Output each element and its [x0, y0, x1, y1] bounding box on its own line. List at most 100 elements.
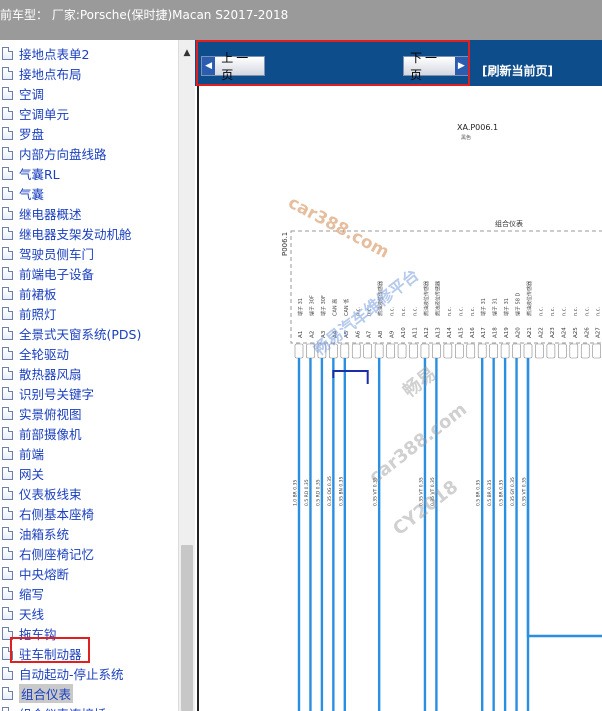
pin-box: [580, 343, 590, 359]
sidebar-tree: 接地点表单2 接地点布局空调 空调单元 罗盘内部方向盘线路 气囊RL 气囊继电器概述继电器…: [0, 40, 178, 711]
sidebar-item-label: 空调: [19, 86, 45, 102]
wire-code-label: 0.35 OG 0.35: [327, 476, 333, 506]
sidebar-item[interactable]: 继电器支架发动机舱: [0, 223, 178, 243]
sidebar-item[interactable]: 组合仪表连接插: [0, 703, 178, 711]
sidebar-item[interactable]: 右侧基本座椅: [0, 503, 178, 523]
pin-box: [512, 343, 521, 359]
sidebar-item[interactable]: 气囊: [0, 183, 178, 203]
pin-label: A26: [584, 327, 590, 338]
sidebar-item[interactable]: 前照灯: [0, 303, 178, 323]
sidebar-item-label: 油箱系统: [19, 526, 70, 542]
sidebar-item[interactable]: 网关: [0, 463, 178, 483]
pin-label: A7: [367, 330, 373, 338]
sidebar-item[interactable]: 油箱系统: [0, 523, 178, 543]
sidebar-item-label: 继电器概述: [19, 206, 82, 222]
sidebar-item-label: 前端: [19, 446, 45, 462]
scroll-thumb[interactable]: [181, 545, 193, 711]
wire-code-label: 0.35 BN 0.35: [338, 477, 344, 506]
sidebar-item[interactable]: 前端电子设备: [0, 263, 178, 283]
pin-function-label: n.c.: [561, 306, 567, 316]
refresh-page-link[interactable]: [刷新当前页]: [482, 62, 553, 79]
pin-label: A11: [413, 327, 419, 338]
sidebar-item-label: 前部摄像机: [19, 426, 82, 442]
sidebar-item-label: 前裙板: [19, 286, 57, 302]
pin-box: [409, 343, 418, 359]
pin-box: [432, 343, 441, 359]
connector-color-label: 黑色: [461, 134, 471, 141]
document-icon: [2, 606, 13, 620]
next-page-button[interactable]: 下一页 ▶: [403, 51, 469, 82]
document-icon: [2, 386, 13, 400]
sidebar-item[interactable]: 全景式天窗系统(PDS): [0, 323, 178, 343]
pin-label: A12: [424, 327, 430, 338]
wire-code-label: 1.0 BR 0.35: [293, 480, 299, 506]
wire-code-label: 0.5 BR 0.35: [487, 480, 493, 506]
sidebar-item-label: 仪表板线束: [19, 486, 82, 502]
sidebar-item-label: 内部方向盘线路: [19, 146, 107, 162]
sidebar-item[interactable]: 拖车钩: [0, 623, 178, 643]
arrow-left-icon: ◀: [202, 57, 216, 75]
scroll-up-arrow-icon[interactable]: ▲: [179, 46, 195, 60]
sidebar-item[interactable]: 仪表板线束: [0, 483, 178, 503]
sidebar-item[interactable]: 气囊RL: [0, 163, 178, 183]
document-icon: [2, 126, 13, 140]
pin-function-label: 端子 31: [492, 298, 499, 316]
document-icon: [2, 206, 13, 220]
document-icon: [2, 86, 13, 100]
arrow-right-icon: ▶: [454, 57, 468, 75]
sidebar-item-label: 前端电子设备: [19, 266, 95, 282]
sidebar-item-label: 继电器支架发动机舱: [19, 226, 132, 242]
sidebar-item[interactable]: 接地点布局: [0, 63, 178, 83]
wire-code-label: 0.5 BR 0.35: [476, 480, 482, 506]
document-icon: [2, 226, 13, 240]
pin-box: [592, 343, 602, 359]
sidebar-item[interactable]: 驻车制动器: [0, 643, 178, 663]
sidebar-item[interactable]: 空调: [0, 83, 178, 103]
sidebar-item[interactable]: 实景俯视图: [0, 403, 178, 423]
sidebar-item-label: 气囊: [19, 186, 45, 202]
sidebar-item[interactable]: 空调单元: [0, 103, 178, 123]
sidebar-item[interactable]: 识别号关键字: [0, 383, 178, 403]
sidebar-item[interactable]: 全轮驱动: [0, 343, 178, 363]
document-icon: [2, 266, 13, 280]
sidebar-item[interactable]: 驾驶员侧车门: [0, 243, 178, 263]
pin-box: [489, 343, 498, 359]
return-wire: [526, 358, 602, 638]
sidebar-scrollbar[interactable]: ▲: [178, 40, 195, 711]
pin-function-label: n.c.: [470, 306, 476, 316]
sidebar-item[interactable]: 缩写: [0, 583, 178, 603]
sidebar-item-label: 气囊RL: [19, 166, 60, 182]
sidebar-item[interactable]: 继电器概述: [0, 203, 178, 223]
sidebar-item[interactable]: 散热器风扇: [0, 363, 178, 383]
sidebar-item[interactable]: 前部摄像机: [0, 423, 178, 443]
pin-label: A15: [458, 327, 464, 338]
sidebar-item[interactable]: 前裙板: [0, 283, 178, 303]
sidebar-item[interactable]: 接地点表单2: [0, 43, 178, 63]
pin-label: A24: [561, 327, 567, 338]
pin-box: [397, 343, 407, 359]
sidebar-item[interactable]: 内部方向盘线路: [0, 143, 178, 163]
pin-box: [558, 343, 567, 359]
sidebar-item[interactable]: 右侧座椅记忆: [0, 543, 178, 563]
sidebar-item[interactable]: 罗盘: [0, 123, 178, 143]
sidebar-item[interactable]: 自动起动-停止系统: [0, 663, 178, 683]
pin-label: A17: [481, 327, 487, 338]
sidebar-item[interactable]: 天线: [0, 603, 178, 623]
document-icon: [2, 146, 13, 160]
document-icon: [2, 366, 13, 380]
sidebar-item-label: 天线: [19, 606, 45, 622]
pin-function-label: 端子 30F: [320, 295, 327, 316]
sidebar-item[interactable]: 组合仪表: [0, 683, 178, 703]
document-icon: [2, 286, 13, 300]
pin-label: A23: [550, 327, 556, 338]
sidebar-item-label: 前照灯: [19, 306, 57, 322]
prev-page-button[interactable]: ◀ 上一页: [201, 51, 265, 82]
pin-box: [466, 343, 476, 359]
diagram-page: XA.P006.1 黑色 组合仪表 P006.1 A1 端子 31 1.0 BR 0.35 A…: [197, 86, 602, 711]
sidebar-item-label: 组合仪表连接插: [19, 704, 107, 711]
next-page-label: 下一页: [410, 51, 441, 82]
pin-label: A21: [527, 327, 533, 338]
sidebar-item-label: 驾驶员侧车门: [19, 246, 95, 262]
sidebar-item[interactable]: 前端: [0, 443, 178, 463]
sidebar-item[interactable]: 中央熔断: [0, 563, 178, 583]
